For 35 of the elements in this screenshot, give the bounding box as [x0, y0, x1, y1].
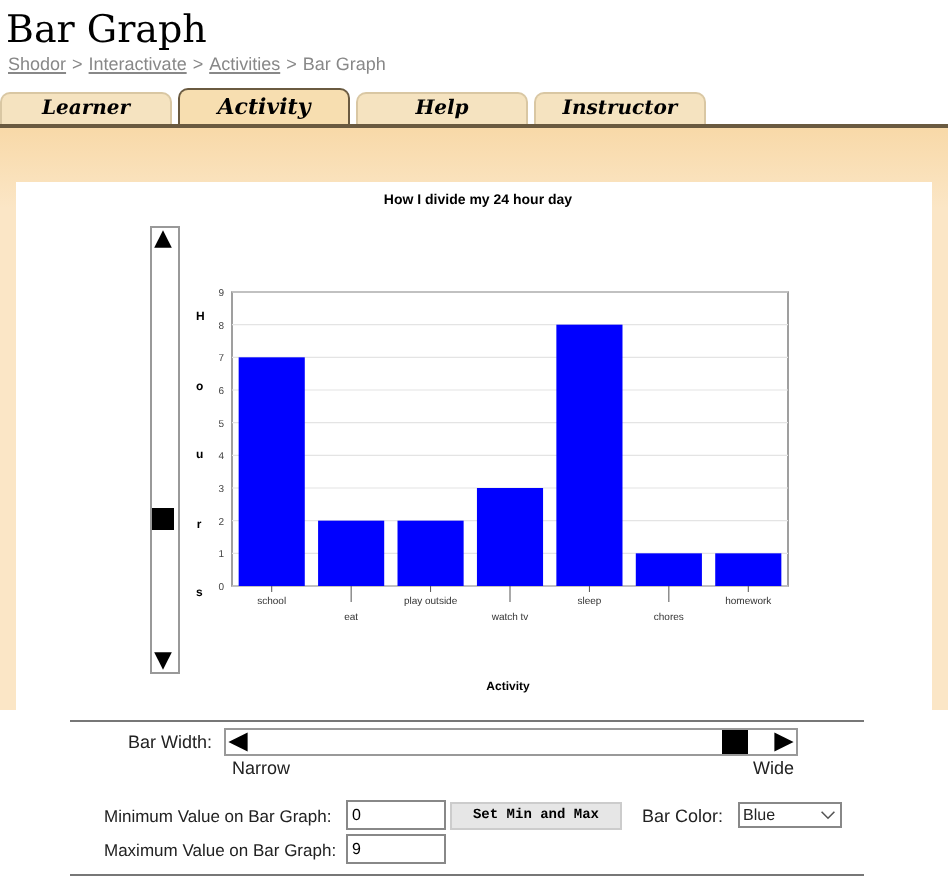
breadcrumb-link[interactable]: Interactivate: [88, 54, 187, 86]
slider-thumb[interactable]: [152, 507, 174, 530]
bar: [397, 520, 464, 586]
bar: [635, 553, 702, 586]
bar: [476, 488, 544, 586]
left-arrow-icon[interactable]: [226, 730, 250, 754]
breadcrumb-separator: >: [286, 54, 297, 78]
bar-width-label: Bar Width:: [125, 732, 212, 752]
right-arrow-icon[interactable]: [772, 730, 796, 754]
breadcrumb-separator: >: [192, 54, 204, 78]
min-value-label: Minimum Value on Bar Graph:: [104, 805, 334, 825]
min-value-field[interactable]: 0: [346, 800, 446, 830]
bar: [715, 553, 782, 586]
bar-color-dropdown[interactable]: Blue: [737, 802, 842, 828]
tab[interactable]: Learner: [0, 92, 172, 124]
max-value-label: Maximum Value on Bar Graph:: [104, 839, 339, 859]
tab[interactable]: Instructor: [534, 92, 706, 124]
up-arrow-icon[interactable]: [152, 228, 174, 250]
tab[interactable]: Activity: [178, 88, 350, 124]
bar-color-label: Bar Color:: [642, 805, 724, 825]
max-value-field[interactable]: 9: [346, 834, 446, 864]
page-title: Bar Graph: [4, 6, 209, 54]
slider-thumb[interactable]: [721, 730, 748, 754]
down-arrow-icon[interactable]: [152, 650, 174, 672]
wide-label: Wide: [752, 758, 794, 782]
bar: [318, 520, 385, 586]
breadcrumb-link[interactable]: Shodor: [8, 54, 67, 86]
breadcrumb-link[interactable]: Activities: [209, 54, 281, 86]
caret-icon: [819, 810, 836, 820]
breadcrumb-current: Bar Graph: [302, 54, 386, 78]
vertical-slider[interactable]: [150, 226, 180, 674]
narrow-label: Narrow: [232, 758, 291, 782]
bar-width-slider[interactable]: [224, 728, 798, 756]
breadcrumb-separator: >: [72, 54, 83, 78]
tab[interactable]: Help: [356, 92, 528, 124]
